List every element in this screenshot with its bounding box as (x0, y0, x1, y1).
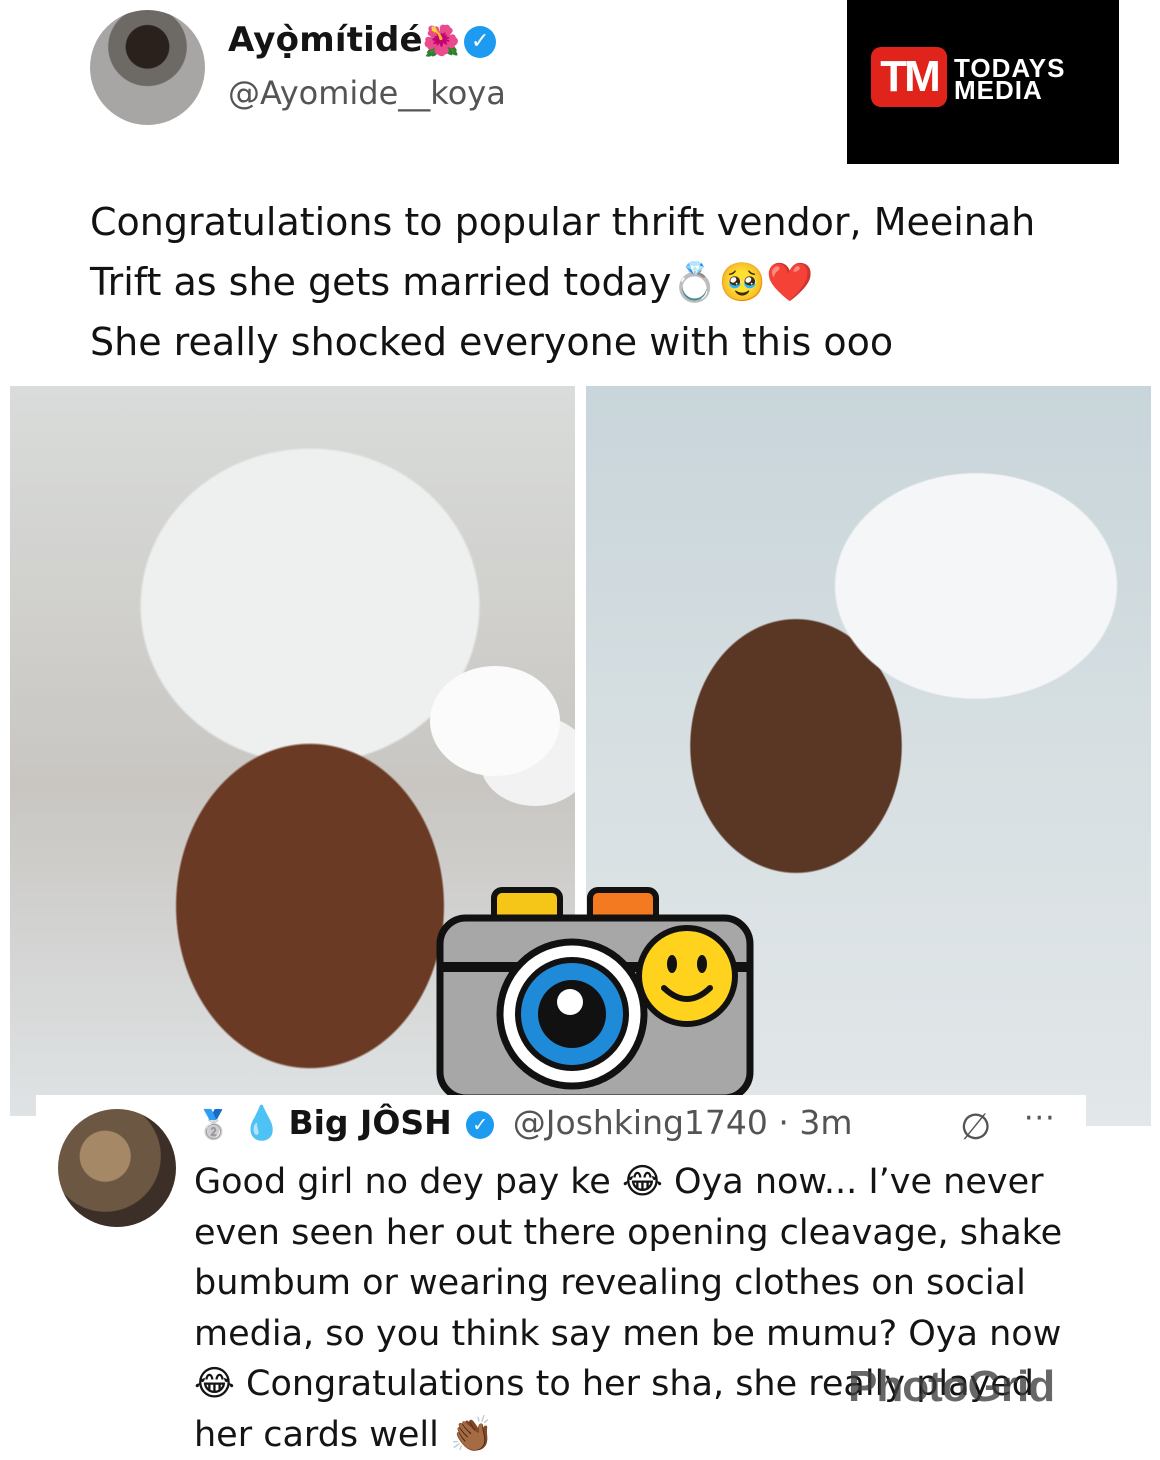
reply-text-line: her cards well 👏🏾 (194, 1410, 1074, 1460)
tweet-text: Congratulations to popular thrift vendor… (90, 192, 1100, 372)
water-drop-icon: 💧 (241, 1103, 282, 1142)
meta-separator: · (778, 1103, 789, 1142)
verified-badge-icon: ✓ (466, 1111, 494, 1139)
flower-emoji: 🌺 (423, 24, 461, 59)
todays-media-logo: TM TODAYS MEDIA (847, 0, 1119, 164)
edit-icon[interactable]: ∅ (960, 1107, 991, 1148)
rank-medal-icon: 🥈 (196, 1108, 231, 1141)
reply-header: 🥈 💧Big JÔSH ✓ @Joshking1740 · 3m (196, 1103, 853, 1143)
tweet-text-line: She really shocked everyone with this oo… (90, 312, 1100, 372)
more-options-icon[interactable]: ··· (1024, 1101, 1056, 1136)
reply-avatar[interactable] (58, 1109, 176, 1227)
reply-handle[interactable]: @Joshking1740 (513, 1103, 768, 1142)
reply-text-line: even seen her out there opening cleavage… (194, 1208, 1074, 1259)
user-handle[interactable]: @Ayomide__koya (228, 74, 506, 112)
verified-badge-icon: ✓ (464, 26, 496, 58)
logo-word-media: MEDIA (954, 78, 1043, 102)
reply-timestamp[interactable]: 3m (799, 1103, 852, 1142)
reply-text-line: bumbum or wearing revealing clothes on s… (194, 1258, 1074, 1309)
avatar[interactable] (90, 10, 205, 125)
reply-display-name[interactable]: Big JÔSH (288, 1103, 451, 1142)
tweet-text-line: Congratulations to popular thrift vendor… (90, 192, 1100, 252)
reply-text-line: media, so you think say men be mumu? Oya… (194, 1309, 1074, 1360)
reply-text: Good girl no dey pay ke 😂 Oya now... I’v… (194, 1157, 1074, 1460)
white-flower (430, 666, 560, 776)
photogrid-watermark: PhotoGrid (848, 1362, 1054, 1412)
camera-smiley-sticker (432, 884, 757, 1104)
logo-mark: TM (871, 47, 947, 107)
reply-text-line: Good girl no dey pay ke 😂 Oya now... I’v… (194, 1157, 1074, 1208)
tweet-text-line: Trift as she gets married today💍🥹❤️ (90, 252, 1100, 312)
display-name-text: Ayọ̀mítidé (228, 20, 423, 60)
display-name[interactable]: Ayọ̀mítidé🌺✓ (228, 20, 496, 60)
